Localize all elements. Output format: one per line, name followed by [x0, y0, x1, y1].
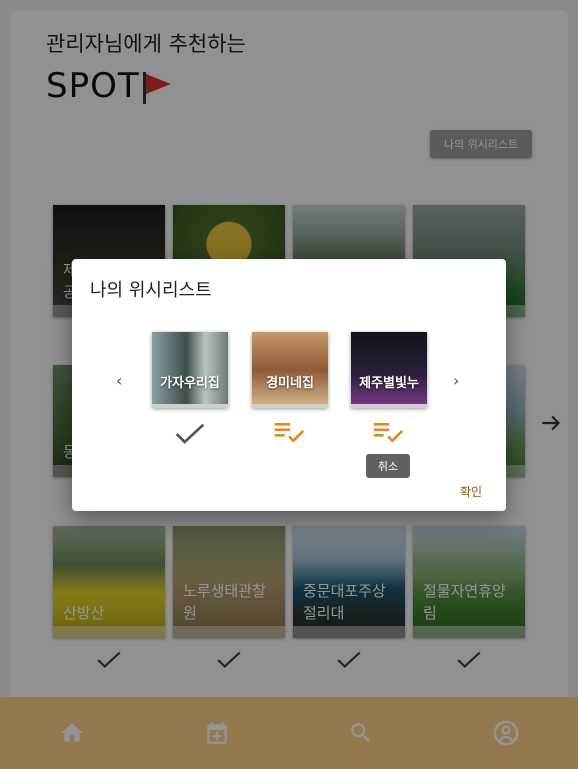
chevron-left-icon[interactable]: ‹: [116, 371, 122, 390]
wishlist-item-label: 제주별빛누: [359, 376, 419, 391]
playlist-check-icon[interactable]: [272, 420, 306, 444]
cancel-tooltip: 취소: [366, 454, 410, 478]
playlist-check-icon[interactable]: [371, 420, 405, 444]
wishlist-thumb: 가자우리집: [152, 332, 228, 408]
wishlist-thumb: 제주별빛누: [351, 332, 427, 408]
check-icon[interactable]: [173, 422, 207, 446]
wishlist-item[interactable]: 경미네집: [252, 332, 328, 408]
wishlist-item-label: 가자우리집: [160, 376, 220, 391]
wishlist-item-label: 경미네집: [266, 376, 314, 391]
wishlist-thumb: 경미네집: [252, 332, 328, 408]
chevron-right-icon[interactable]: ›: [453, 371, 459, 390]
dialog-title: 나의 위시리스트: [90, 280, 212, 301]
wishlist-dialog: 나의 위시리스트 ‹ › 가자우리집 경미네집 제주별빛누 취소 확인: [72, 259, 506, 511]
confirm-button[interactable]: 확인: [460, 483, 482, 500]
wishlist-item[interactable]: 제주별빛누: [351, 332, 427, 408]
wishlist-item[interactable]: 가자우리집: [152, 332, 228, 408]
